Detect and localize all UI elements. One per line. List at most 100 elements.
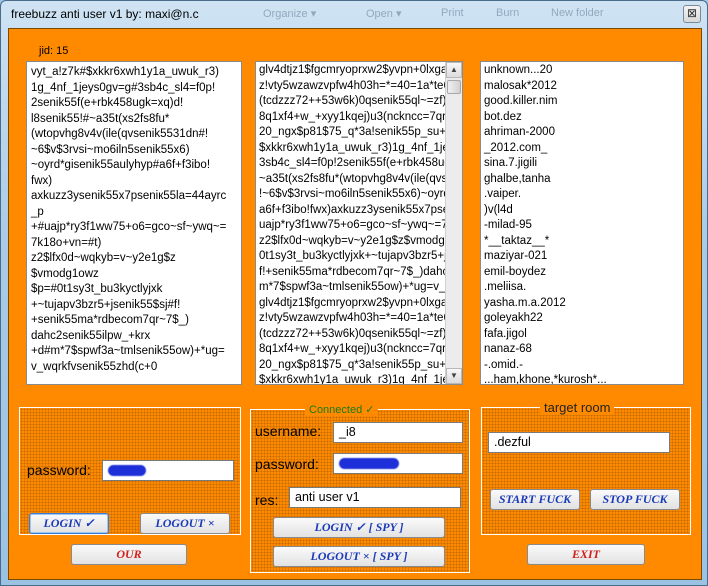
scroll-down-arrow-icon[interactable]: ▼ (446, 368, 462, 384)
user-list-item[interactable]: *__taktaz__* (484, 234, 680, 250)
log-line[interactable]: (wtopvhg8v4v(ile(qvsenik5531dn#! (31, 127, 237, 143)
spy-log-line[interactable]: (tcdzzz72++53w6k)0qsenik55ql~=zf)=r4 (259, 327, 445, 343)
user-list-item[interactable]: ahriman-2000 (484, 125, 680, 141)
spy-log-line[interactable]: glv4dtjz1$fgcmryoprxw2$yvpn+0lxga3z (259, 63, 445, 79)
spy-log-line[interactable]: $xkkr6xwh1y1a_uwuk_r3)1g_4nf_1jeys (259, 373, 445, 384)
log-line[interactable]: fwx) (31, 174, 237, 190)
start-button[interactable]: START FUCK (490, 489, 580, 510)
logout-spy-button[interactable]: LOGOUT × [ SPY ] (273, 546, 445, 567)
log-line[interactable]: $vmodg1owz (31, 267, 237, 283)
user-list-item[interactable]: maziyar-021 (484, 249, 680, 265)
log-line[interactable]: v_wqrkfvsenik55zhd(c+0 (31, 360, 237, 376)
user-list-item[interactable]: emil-boydez (484, 265, 680, 281)
spy-log-line[interactable]: !~6$v$3rvsi~mo6iln5senik55x6)~oyrd*g (259, 187, 445, 203)
log-line[interactable]: +d#m*7$spwf3a~tmlsenik55ow)+*ug= (31, 344, 237, 360)
ghost-new-folder-menu: New folder (551, 7, 604, 19)
res-label: res: (255, 492, 279, 508)
spy-log-line[interactable]: (tcdzzz72++53w6k)0qsenik55ql~=zf)=r4 (259, 94, 445, 110)
spy-log-line[interactable]: z!vty5wzawzvpfw4h03h=*=40=1a*te64 (259, 311, 445, 327)
target-room-panel: target room .dezful START FUCK STOP FUCK (481, 400, 691, 535)
user-list-item[interactable]: fafa.jigol (484, 327, 680, 343)
log-line[interactable]: axkuzz3ysenik55x7pseniк55la=44ayrc (31, 189, 237, 205)
password-label: password: (27, 462, 91, 478)
user-list-item[interactable]: .vaiper. (484, 187, 680, 203)
login-button[interactable]: LOGIN ✓ (29, 513, 109, 534)
exit-button[interactable]: EXIT (527, 544, 645, 565)
user-list-item[interactable]: -milad-95 (484, 218, 680, 234)
log-line[interactable]: +~tujapv3bzr5+jsenik55$sj#f! (31, 298, 237, 314)
user-list-item[interactable]: yasha.m.a.2012 (484, 296, 680, 312)
spy-log-content: glv4dtjz1$fgcmryoprxw2$yvpn+0lxga3z z!vty… (259, 63, 445, 384)
log-line[interactable]: +#uajp*ry3f1ww75+o6=gco~sf~ywq~= (31, 220, 237, 236)
spy-log-line[interactable]: a6f+f3ibo!fwx)axkuzz3ysenik55x7psenil (259, 203, 445, 219)
spy-login-panel: Connected ✓ username: _i8 password: res:… (250, 403, 470, 573)
log-line[interactable]: vyt_a!z7k#$xkkr6xwh1y1a_uwuk_r3) (31, 65, 237, 81)
app-window: freebuzz anti user v1 by: maxi@n.c Organ… (0, 0, 708, 586)
spy-log-line[interactable]: 0t1sy3t_bu3kyctlyjxk+~tujapv3bzr5+jse (259, 249, 445, 265)
spy-log-line[interactable]: uajp*ry3f1ww75+o6=gco~sf~ywq~=7k (259, 218, 445, 234)
close-icon: ⊠ (686, 6, 698, 20)
spy-log-line[interactable]: ~a35t(xs2fs8fu*(wtopvhg8v4v(ile(qvser (259, 172, 445, 188)
spy-password-field[interactable] (333, 453, 463, 474)
spy-log-line[interactable]: 3sb4c_sl4=f0p!2senik55f(e+rbk458ugk (259, 156, 445, 172)
redacted-password (108, 465, 146, 477)
user-list-item[interactable]: _2012.com_ (484, 141, 680, 157)
spy-log-line[interactable]: m*7$spwf3a~tmlsenik55ow)+*ug=v_wc (259, 280, 445, 296)
title-bar[interactable]: freebuzz anti user v1 by: maxi@n.c Organ… (1, 1, 707, 27)
window-title: freebuzz anti user v1 by: maxi@n.c (11, 7, 199, 21)
user-list[interactable]: unknown...20 malosak*2012 good.killer.nim b… (480, 61, 684, 385)
our-button[interactable]: OUR (71, 544, 187, 565)
log-line[interactable]: ~6$v$3rvsi~mo6iln5senik55x6) (31, 143, 237, 159)
user-list-item[interactable]: )v(l4d (484, 203, 680, 219)
spy-log-line[interactable]: 20_ngx$p81$75_q*3a!senik55p_su+hz (259, 125, 445, 141)
log-line[interactable]: _p (31, 205, 237, 221)
spy-log-line[interactable]: f!+senik55ma*rdbecom7qr~7$_)dahc2s (259, 265, 445, 281)
password-field[interactable] (102, 460, 234, 481)
stop-button[interactable]: STOP FUCK (590, 489, 680, 510)
spy-log-line[interactable]: z!vty5wzawzvpfw4h03h=*=40=1a*te64 (259, 79, 445, 95)
log-line[interactable]: 7k18o+vn=#t) (31, 236, 237, 252)
user-list-item[interactable]: good.killer.nim (484, 94, 680, 110)
logout-button[interactable]: LOGOUT × (140, 513, 230, 534)
spy-log-line[interactable]: 20_ngx$p81$75_q*3a!senik55p_su+hz (259, 358, 445, 374)
user-list-item[interactable]: unknown...20 (484, 63, 680, 79)
close-button[interactable]: ⊠ (683, 5, 701, 23)
spy-log-line[interactable]: glv4dtjz1$fgcmryoprxw2$yvpn+0lxga3z (259, 296, 445, 312)
jid-counter: jid: 15 (39, 45, 69, 57)
user-list-item[interactable]: .meliisa. (484, 280, 680, 296)
spy-log-line[interactable]: $xkkr6xwh1y1a_uwuk_r3)1g_4nf_1jeys (259, 141, 445, 157)
user-list-item[interactable]: nanaz-68 (484, 342, 680, 358)
spy-log-line[interactable]: 8q1xf4+w_+xyy1kqej)u3(nckncc=7qr3g (259, 110, 445, 126)
login-panel: password: LOGIN ✓ LOGOUT × (19, 407, 241, 535)
log-line[interactable]: dahc2senik55ilpw_+krx (31, 329, 237, 345)
user-list-item[interactable]: ...ham,khone,*kurosh*... (484, 373, 680, 384)
target-room-field[interactable]: .dezful (488, 432, 670, 453)
user-list-item[interactable]: sina.7.jigili (484, 156, 680, 172)
username-field[interactable]: _i8 (333, 422, 463, 443)
spy-log-line[interactable]: z2$lfx0d~wqkyb=v~y2e1g$z$vmodg1 (259, 234, 445, 250)
spy-log-line[interactable]: 8q1xf4+w_+xyy1kqej)u3(nckncc=7qr3g (259, 342, 445, 358)
client-area: jid: 15 vyt_a!z7k#$xkkr6xwh1y1a_uwuk_r3)… (8, 28, 702, 580)
spy-log-list[interactable]: glv4dtjz1$fgcmryoprxw2$yvpn+0lxga3z z!vty… (255, 61, 463, 385)
ghost-organize-menu: Organize ▾ (263, 8, 317, 20)
log-line[interactable]: 1g_4nf_1jeys0gv=g#3sb4c_sl4=f0p! (31, 81, 237, 97)
res-field[interactable]: anti user v1 (289, 487, 461, 508)
scroll-thumb[interactable] (447, 80, 461, 94)
login-spy-button[interactable]: LOGIN ✓ [ SPY ] (273, 517, 445, 538)
log-line[interactable]: +senik55ma*rdbecom7qr~7$_) (31, 313, 237, 329)
vertical-scrollbar[interactable]: ▲ ▼ (445, 62, 462, 384)
user-list-item[interactable]: goleyakh22 (484, 311, 680, 327)
ghost-print-menu: Print (441, 7, 464, 19)
user-list-item[interactable]: malosak*2012 (484, 79, 680, 95)
user-list-item[interactable]: -.omid.- (484, 358, 680, 374)
log-line[interactable]: l8senik55!#~a35t(xs2fs8fu* (31, 112, 237, 128)
user-list-item[interactable]: ghalbe,tanha (484, 172, 680, 188)
connection-status: Connected ✓ (305, 403, 379, 416)
log-line[interactable]: $p=#0t1sy3t_bu3kyctlyjxk (31, 282, 237, 298)
user-list-item[interactable]: bot.dez (484, 110, 680, 126)
message-log-list[interactable]: vyt_a!z7k#$xkkr6xwh1y1a_uwuk_r3) 1g_4nf_1… (26, 61, 242, 385)
log-line[interactable]: 2senik55f(e+rbk458ugk=xq)d! (31, 96, 237, 112)
log-line[interactable]: ~oyrd*gisenik55aulyhyp#a6f+f3ibo! (31, 158, 237, 174)
scroll-up-arrow-icon[interactable]: ▲ (446, 62, 462, 78)
log-line[interactable]: z2$lfx0d~wqkyb=v~y2e1g$z (31, 251, 237, 267)
